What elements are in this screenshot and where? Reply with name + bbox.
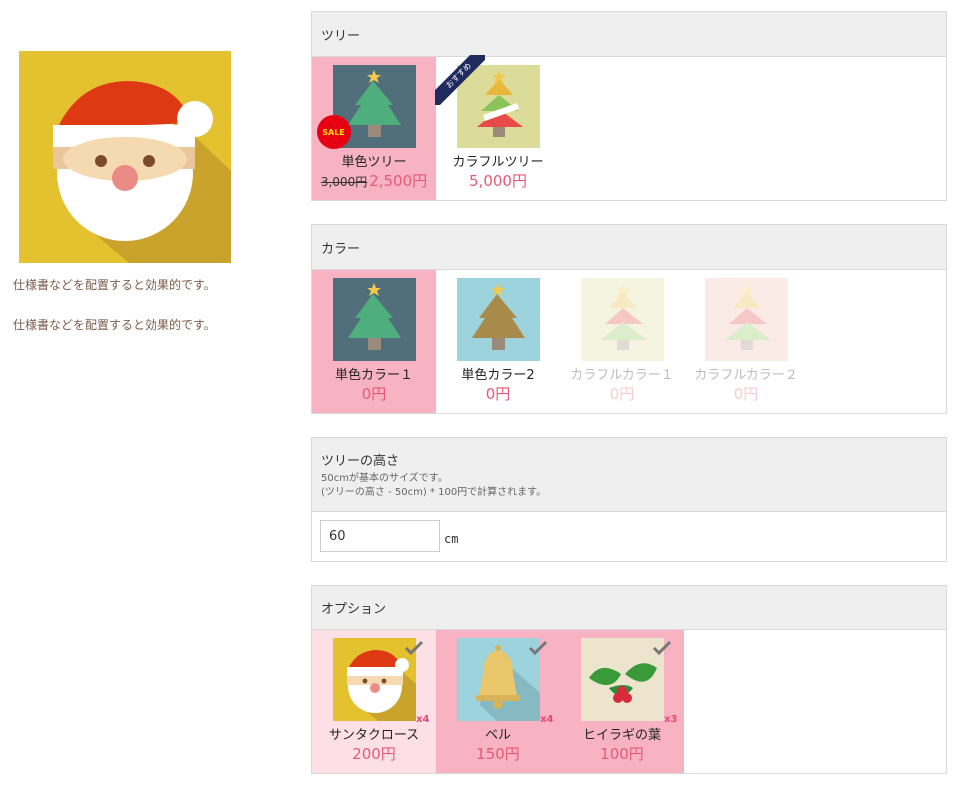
section-title: カラー	[321, 241, 361, 257]
section-title: ツリー	[321, 28, 361, 44]
option-bell[interactable]: x4 ベル 150円	[436, 630, 560, 773]
section-header: オプション	[312, 586, 946, 630]
item-price: 200円	[352, 745, 396, 763]
section-header: ツリー	[312, 12, 946, 57]
holly-thumbnail: x3	[580, 638, 678, 725]
check-icon	[652, 640, 671, 656]
item-name: 単色カラー2	[461, 368, 535, 383]
quantity-badge: x4	[540, 714, 554, 725]
option-colorful-color-2[interactable]: カラフルカラー２ 0円	[684, 270, 808, 413]
tree-thumbnail: SALE	[316, 65, 416, 149]
original-price: 3,000円	[320, 175, 368, 189]
description-text: 仕様書などを配置すると効果的です。	[13, 318, 216, 332]
item-price: 0円	[609, 385, 635, 403]
santa-main-image	[19, 51, 231, 263]
tree-thumbnail	[580, 278, 664, 361]
tree-thumbnail: おすすめ	[434, 55, 540, 148]
item-price: 3,000円 2,500円	[321, 171, 427, 192]
item-price: 100円	[600, 745, 644, 763]
item-name: サンタクロース	[328, 728, 420, 743]
item-price: 0円	[485, 385, 511, 403]
item-price: 150円	[476, 745, 520, 763]
check-icon	[528, 640, 547, 656]
item-name: カラフルカラー１	[570, 368, 674, 383]
check-icon	[404, 640, 423, 656]
description-text: 仕様書などを配置すると効果的です。	[13, 278, 216, 292]
option-holly[interactable]: x3 ヒイラギの葉 100円	[560, 630, 684, 773]
item-name: ベル	[484, 728, 511, 743]
height-unit: cm	[444, 532, 459, 546]
height-formula-note: (ツリーの高さ - 50cm) * 100円で計算されます。	[321, 486, 547, 498]
section-header: ツリーの高さ 50cmが基本のサイズです。 (ツリーの高さ - 50cm) * …	[312, 438, 946, 512]
item-name: 単色ツリー	[341, 155, 407, 170]
option-single-color-1[interactable]: 単色カラー１ 0円	[312, 270, 436, 413]
section-title: ツリーの高さ	[321, 453, 400, 469]
height-note: 50cmが基本のサイズです。	[321, 472, 448, 484]
height-section: ツリーの高さ 50cmが基本のサイズです。 (ツリーの高さ - 50cm) * …	[311, 437, 947, 562]
option-section: オプション x4 サンタクロース 200円 x4 ベル 150円 x3 ヒイラギ…	[311, 585, 947, 774]
quantity-badge: x3	[664, 714, 678, 725]
item-name: カラフルツリー	[452, 155, 544, 170]
option-colorful-tree[interactable]: おすすめ カラフルツリー 5,000円	[434, 55, 560, 200]
option-single-tree[interactable]: SALE 単色ツリー 3,000円 2,500円	[312, 57, 436, 200]
section-title: オプション	[321, 602, 387, 617]
tree-thumbnail	[456, 278, 540, 361]
item-name: 単色カラー１	[334, 368, 413, 383]
bell-thumbnail: x4	[456, 638, 554, 725]
tree-section: ツリー SALE 単色ツリー 3,000円 2,500円 おすすめ カラフルツリ…	[311, 11, 947, 201]
item-name: カラフルカラー２	[694, 368, 798, 383]
color-section: カラー 単色カラー１ 0円 単色カラー2 0円 カラフルカラー１ 0円 カラフル…	[311, 224, 947, 414]
option-single-color-2[interactable]: 単色カラー2 0円	[436, 270, 560, 413]
item-price: 5,000円	[469, 172, 527, 190]
sale-price: 2,500円	[369, 172, 428, 190]
santa-thumbnail: x4	[332, 638, 430, 725]
section-header: カラー	[312, 225, 946, 270]
height-input[interactable]	[320, 520, 440, 552]
sale-badge: SALE	[316, 115, 351, 149]
item-price: 0円	[361, 385, 387, 403]
quantity-badge: x4	[416, 714, 430, 725]
tree-thumbnail	[332, 278, 416, 361]
option-colorful-color-1[interactable]: カラフルカラー１ 0円	[560, 270, 684, 413]
item-name: ヒイラギの葉	[582, 728, 661, 743]
recommended-ribbon: おすすめ	[434, 55, 485, 105]
item-price: 0円	[733, 385, 759, 403]
tree-thumbnail	[704, 278, 788, 361]
option-santa[interactable]: x4 サンタクロース 200円	[312, 630, 436, 773]
